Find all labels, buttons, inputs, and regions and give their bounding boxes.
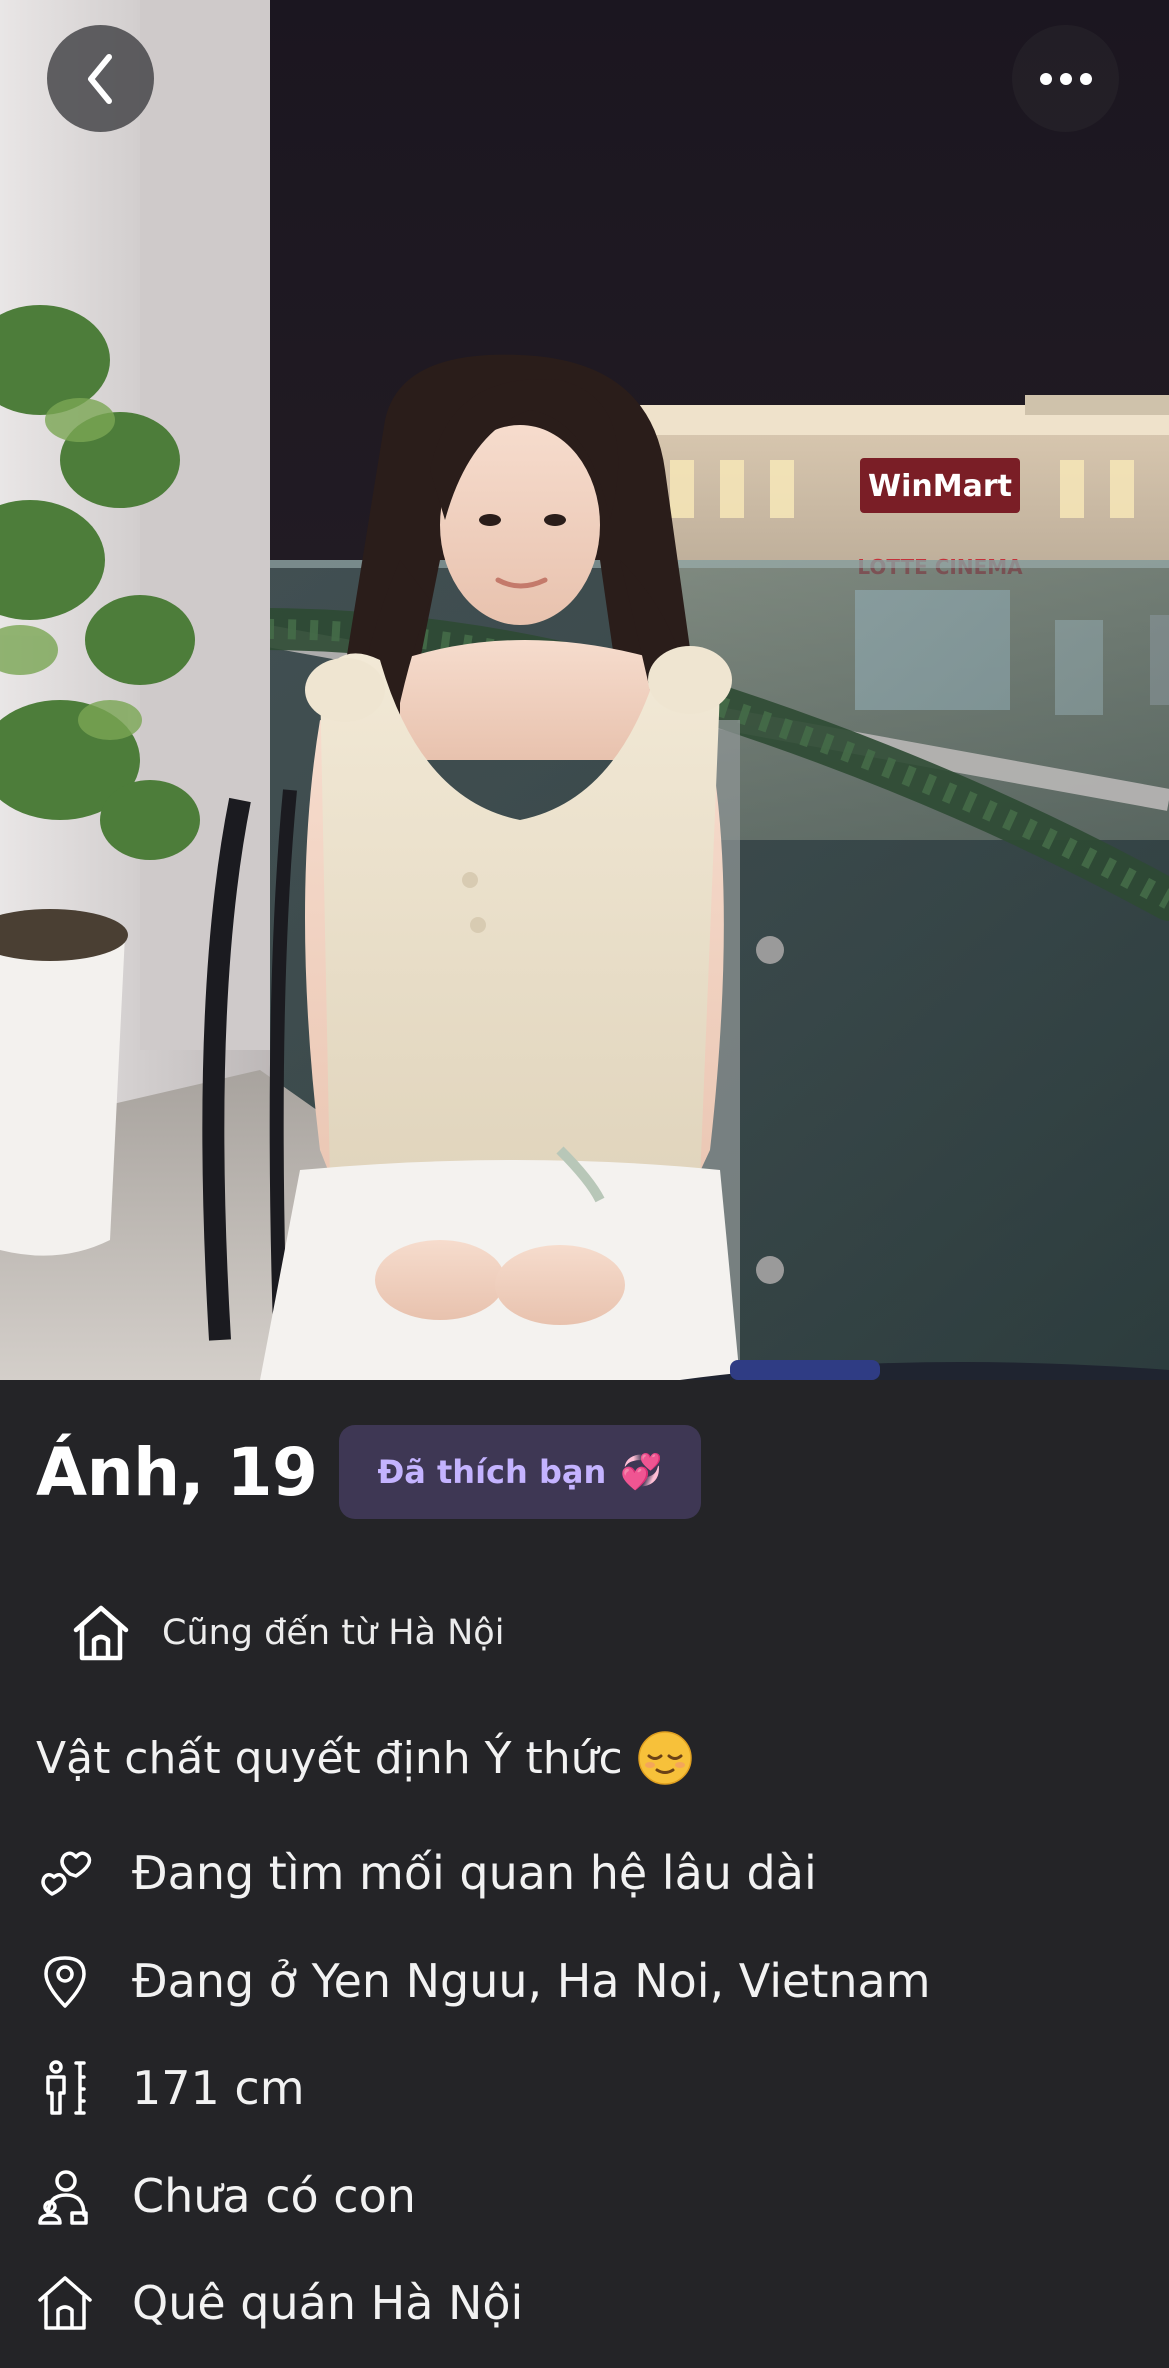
detail-text: Quê quán Hà Nội	[132, 2276, 524, 2330]
relieved-face-emoji	[638, 1731, 692, 1785]
name-age: Ánh, 19	[36, 1433, 318, 1511]
profile-photo[interactable]: WinMart LOTTE CINEMA	[0, 0, 1169, 1380]
liked-you-badge: Đã thích bạn 💞	[339, 1425, 701, 1519]
detail-text: Đang tìm mối quan hệ lâu dài	[132, 1846, 817, 1900]
back-button[interactable]	[47, 25, 154, 132]
profile-info-panel: Ánh, 19 Đã thích bạn 💞 Cũng đến từ Hà Nộ…	[0, 1380, 1169, 2368]
detail-hometown: Quê quán Hà Nội	[36, 2268, 523, 2338]
name-row: Ánh, 19 Đã thích bạn 💞	[36, 1424, 701, 1520]
chevron-left-icon	[87, 53, 112, 104]
detail-text: Đang ở Yen Nguu, Ha Noi, Vietnam	[132, 1954, 931, 2008]
store-sign: WinMart	[868, 469, 1012, 504]
detail-height: 171 cm	[36, 2053, 305, 2123]
location-pin-icon	[44, 1956, 86, 2008]
more-options-button[interactable]	[1012, 25, 1119, 132]
house-icon	[73, 1605, 129, 1661]
detail-text: Chưa có con	[132, 2169, 416, 2223]
more-dots-icon	[1039, 72, 1092, 85]
liked-you-label: Đã thích bạn	[377, 1453, 607, 1491]
house-icon	[38, 2276, 92, 2330]
profile-photo-illustration: WinMart LOTTE CINEMA	[0, 0, 1169, 1380]
two-hearts-emoji: 💞	[620, 1452, 663, 1492]
height-icon	[46, 2060, 86, 2115]
detail-location: Đang ở Yen Nguu, Ha Noi, Vietnam	[36, 1946, 931, 2016]
person-child-icon	[38, 2170, 88, 2225]
bio-text: Vật chất quyết định Ý thức	[36, 1732, 623, 1784]
bio: Vật chất quyết định Ý thức	[36, 1730, 693, 1786]
hearts-icon	[41, 1851, 92, 1896]
detail-relationship: Đang tìm mối quan hệ lâu dài	[36, 1838, 817, 1908]
detail-text: 171 cm	[132, 2061, 305, 2115]
detail-children: Chưa có con	[36, 2161, 416, 2231]
shared-hometown-label: Cũng đến từ Hà Nội	[162, 1613, 505, 1653]
shared-hometown-chip: Cũng đến từ Hà Nội	[70, 1602, 504, 1664]
